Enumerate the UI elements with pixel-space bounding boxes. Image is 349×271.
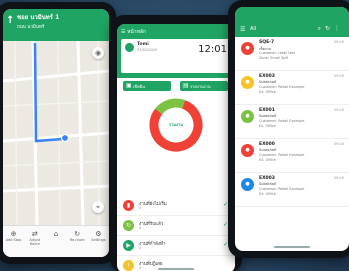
avatar bbox=[125, 43, 134, 52]
street-title: ซอย นวมินทร์ 1 bbox=[17, 14, 60, 21]
calendar-icon: ▣ bbox=[126, 82, 132, 89]
status-list: ▮ งานที่ยังไม่เริ่ม 0 ✓ ↻ งานที่รับแล้ว 0 ✓ ▶ ง… bbox=[117, 196, 235, 271]
job-status-icon: ● bbox=[241, 76, 254, 89]
job-time: 09:00 bbox=[333, 142, 344, 146]
more-icon[interactable]: ⋮ bbox=[334, 25, 344, 32]
map-view[interactable]: ◉ ⌖ bbox=[3, 40, 109, 226]
dashboard-screen: ☰ หน้าหลัก Tomi 03/02/2020 12:01 ▣ เช็คอิ… bbox=[117, 24, 235, 271]
list-item[interactable]: ▶ งานที่กำลังทำ 0 ✓ bbox=[117, 236, 235, 256]
list-item[interactable]: ↻ งานที่รับแล้ว 0 ✓ bbox=[117, 216, 235, 236]
turn-arrow-icon: ↑ bbox=[6, 15, 15, 26]
donut-center-label: รวมงาน bbox=[169, 122, 183, 127]
job-row[interactable]: ● SQE-7 09:00 เช็คงาน Customer: retail test Z… bbox=[235, 37, 349, 71]
nav-adjust-route[interactable]: ⇄ Adjust Route bbox=[24, 226, 45, 257]
clock-time: 12:01 bbox=[198, 44, 227, 55]
checkin-button[interactable]: ▣ เช็คอิน bbox=[123, 81, 171, 91]
report-button[interactable]: ▤ รายงานงาน bbox=[180, 81, 228, 91]
job-time: 09:00 bbox=[333, 176, 344, 180]
menu-icon[interactable]: ☰ bbox=[121, 29, 125, 35]
job-customer: Customer: Retail Example bbox=[259, 153, 305, 157]
job-customer: Customer: Retail Example bbox=[259, 187, 305, 191]
job-status-icon: ● bbox=[241, 42, 254, 55]
header-title-row: ☰ หน้าหลัก bbox=[121, 28, 146, 36]
job-id: EX003 bbox=[259, 74, 275, 79]
donut-slice-green bbox=[155, 98, 186, 115]
job-row[interactable]: ● EX001 09:00 Sukakhalf Customer: Retail Exa… bbox=[235, 105, 349, 139]
compass-button[interactable]: ◉ bbox=[92, 47, 104, 59]
job-detail: Ex. Office bbox=[259, 192, 276, 196]
job-time: 09:00 bbox=[333, 74, 344, 78]
job-id: EX000 bbox=[259, 142, 275, 147]
job-customer: Customer: Retail Example bbox=[259, 119, 305, 123]
dashboard-header: ☰ หน้าหลัก Tomi 03/02/2020 12:01 bbox=[117, 24, 235, 78]
job-detail: Zone: Email Spill bbox=[259, 56, 289, 60]
refresh-icon: ↻ bbox=[74, 230, 81, 238]
job-row[interactable]: ● EX003 09:00 Sukakhalf Customer: Retail Exa… bbox=[235, 173, 349, 207]
job-detail: Ex. Office bbox=[259, 158, 276, 162]
refresh-icon[interactable]: ↻ bbox=[325, 25, 334, 32]
map-roads bbox=[3, 40, 109, 226]
search-icon[interactable]: ⌕ bbox=[318, 25, 325, 32]
document-icon: ▤ bbox=[183, 82, 189, 89]
job-customer: Customer: retail test bbox=[259, 51, 296, 55]
notch bbox=[153, 15, 199, 22]
street-subtitle: ถนน นวมินทร์ bbox=[17, 25, 45, 30]
warning-icon: ! bbox=[123, 260, 134, 271]
job-status-icon: ● bbox=[241, 178, 254, 191]
home-indicator bbox=[158, 268, 194, 270]
list-item[interactable]: ▮ งานที่ยังไม่เริ่ม 0 ✓ bbox=[117, 196, 235, 216]
job-name: Sukakhalf bbox=[259, 114, 277, 118]
refresh-icon: ↻ bbox=[123, 220, 134, 231]
home-icon: ⌂ bbox=[53, 230, 59, 238]
job-customer: Customer: Retail Example bbox=[259, 85, 305, 89]
gear-icon: ⚙ bbox=[95, 230, 102, 238]
job-status-icon: ● bbox=[241, 110, 254, 123]
job-detail: Ex. Office bbox=[259, 124, 276, 128]
header-title: All bbox=[250, 26, 257, 32]
user-name: Tomi bbox=[137, 42, 149, 47]
joblist-header: ☰ All ⌕↻⋮ bbox=[235, 7, 349, 37]
header-actions: ⌕↻⋮ bbox=[318, 25, 344, 33]
home-indicator bbox=[274, 246, 310, 248]
file-icon: ▮ bbox=[123, 200, 134, 211]
menu-icon[interactable]: ☰ bbox=[240, 26, 245, 33]
notch bbox=[268, 0, 314, 7]
plus-icon: ⊕ bbox=[10, 230, 17, 238]
header-title: หน้าหลัก bbox=[127, 29, 146, 35]
map-bottom-nav: ⊕ Add Stop ⇄ Adjust Route ⌂ ↻ Re-route ⚙ Set… bbox=[3, 225, 109, 257]
map-screen: ↑ ซอย นวมินทร์ 1 ถนน นวมินทร์ ◉ ⌖ ⊕ Add … bbox=[3, 9, 109, 257]
job-name: Sukakhalf bbox=[259, 148, 277, 152]
nav-settings[interactable]: ⚙ Settings bbox=[88, 226, 109, 257]
play-icon: ▶ bbox=[123, 240, 134, 251]
job-id: EX003 bbox=[259, 176, 275, 181]
job-name: Sukakhalf bbox=[259, 80, 277, 84]
user-date: 03/02/2020 bbox=[137, 48, 158, 52]
job-id: EX001 bbox=[259, 108, 275, 113]
job-detail: Ex. Office bbox=[259, 90, 276, 94]
job-id: SQE-7 bbox=[259, 40, 275, 45]
joblist-screen: ☰ All ⌕↻⋮ ● SQE-7 09:00 เช็คงาน Customer: re… bbox=[235, 7, 349, 251]
donut-chart: รวมงาน bbox=[147, 96, 205, 158]
phone-dashboard: ☰ หน้าหลัก Tomi 03/02/2020 12:01 ▣ เช็คอิ… bbox=[110, 15, 242, 271]
job-status-icon: ● bbox=[241, 144, 254, 157]
job-time: 09:00 bbox=[333, 40, 344, 44]
job-name: Sukakhalf bbox=[259, 182, 277, 186]
location-button[interactable]: ⌖ bbox=[92, 201, 104, 213]
job-row[interactable]: ● EX003 09:00 Sukakhalf Customer: Retail Exa… bbox=[235, 71, 349, 105]
route-icon: ⇄ bbox=[31, 230, 38, 238]
phone-joblist: ☰ All ⌕↻⋮ ● SQE-7 09:00 เช็คงาน Customer: re… bbox=[228, 0, 349, 258]
user-card: Tomi 03/02/2020 12:01 bbox=[121, 39, 231, 73]
nav-add-stop[interactable]: ⊕ Add Stop bbox=[3, 226, 24, 257]
navigation-bar: ↑ ซอย นวมินทร์ 1 ถนน นวมินทร์ bbox=[3, 9, 109, 41]
job-time: 09:00 bbox=[333, 108, 344, 112]
job-row[interactable]: ● EX000 09:00 Sukakhalf Customer: Retail Exa… bbox=[235, 139, 349, 173]
nav-re-route[interactable]: ↻ Re-route bbox=[67, 226, 88, 257]
phone-map: ↑ ซอย นวมินทร์ 1 ถนน นวมินทร์ ◉ ⌖ ⊕ Add … bbox=[0, 2, 116, 264]
nav-home[interactable]: ⌂ bbox=[45, 226, 66, 257]
job-list: ● SQE-7 09:00 เช็คงาน Customer: retail test Z… bbox=[235, 37, 349, 207]
